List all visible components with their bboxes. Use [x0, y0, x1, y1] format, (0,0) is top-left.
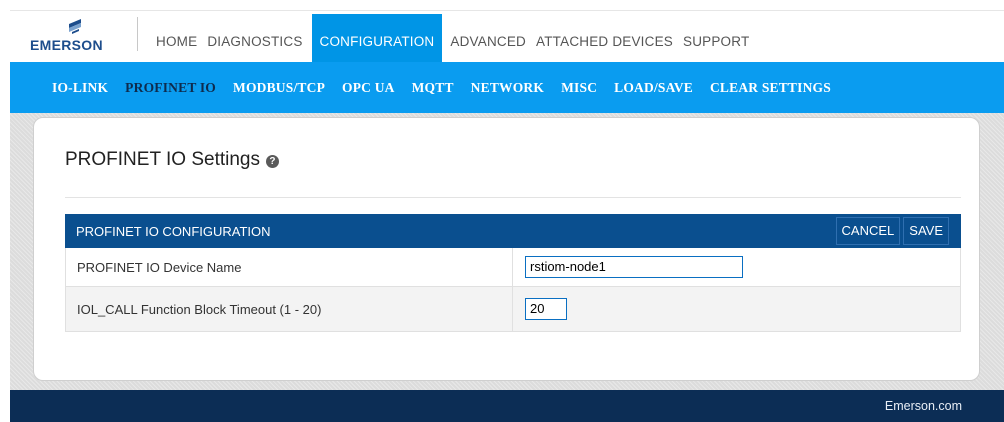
table-row: PROFINET IO Device Name rstiom-node1 [65, 248, 961, 287]
header: EMERSON HOME DIAGNOSTICS CONFIGURATION A… [0, 0, 1004, 62]
help-icon[interactable]: ? [265, 155, 279, 168]
emerson-logo[interactable]: EMERSON [30, 18, 125, 58]
sub-nav-profinet-io[interactable]: PROFINET IO [125, 80, 216, 96]
emerson-logo-icon [67, 18, 83, 39]
settings-panel: PROFINET IO Settings? PROFINET IO CONFIG… [33, 117, 980, 381]
top-nav-home[interactable]: HOME [151, 14, 202, 62]
sub-nav-clear-settings[interactable]: CLEAR SETTINGS [710, 80, 831, 96]
top-nav-advanced[interactable]: ADVANCED [445, 14, 531, 62]
top-nav-support[interactable]: SUPPORT [678, 14, 754, 62]
top-nav: HOME DIAGNOSTICS CONFIGURATION ADVANCED … [151, 14, 754, 62]
sub-nav-network[interactable]: NETWORK [471, 80, 544, 96]
save-button[interactable]: SAVE [903, 217, 949, 245]
sub-nav-load-save[interactable]: LOAD/SAVE [614, 80, 693, 96]
top-nav-attached-devices[interactable]: ATTACHED DEVICES [531, 14, 678, 62]
config-table-title: PROFINET IO CONFIGURATION [76, 224, 271, 239]
device-name-input[interactable]: rstiom-node1 [525, 256, 743, 278]
top-nav-configuration[interactable]: CONFIGURATION [311, 14, 443, 62]
footer-link[interactable]: Emerson.com [885, 399, 962, 413]
divider [65, 197, 961, 198]
table-row: IOL_CALL Function Block Timeout (1 - 20)… [65, 287, 961, 332]
header-top-border [10, 10, 1004, 11]
sub-nav: IO-LINK PROFINET IO MODBUS/TCP OPC UA MQ… [10, 62, 1004, 113]
cancel-button[interactable]: CANCEL [835, 217, 901, 245]
timeout-label: IOL_CALL Function Block Timeout (1 - 20) [66, 287, 513, 331]
page-title: PROFINET IO Settings? [65, 149, 279, 171]
sub-nav-misc[interactable]: MISC [561, 80, 597, 96]
timeout-input[interactable]: 20 [525, 298, 567, 320]
sub-nav-io-link[interactable]: IO-LINK [52, 80, 108, 96]
sub-nav-opc-ua[interactable]: OPC UA [342, 80, 395, 96]
top-nav-diagnostics[interactable]: DIAGNOSTICS [202, 14, 307, 62]
page-title-text: PROFINET IO Settings [65, 149, 260, 170]
header-divider [137, 17, 138, 51]
device-name-label: PROFINET IO Device Name [66, 248, 513, 286]
sub-nav-mqtt[interactable]: MQTT [412, 80, 454, 96]
brand-name: EMERSON [30, 37, 103, 53]
config-table-header: PROFINET IO CONFIGURATION CANCEL SAVE [65, 214, 961, 248]
footer: Emerson.com [10, 390, 1004, 422]
sub-nav-modbus-tcp[interactable]: MODBUS/TCP [233, 80, 325, 96]
config-table: PROFINET IO CONFIGURATION CANCEL SAVE PR… [65, 214, 961, 332]
